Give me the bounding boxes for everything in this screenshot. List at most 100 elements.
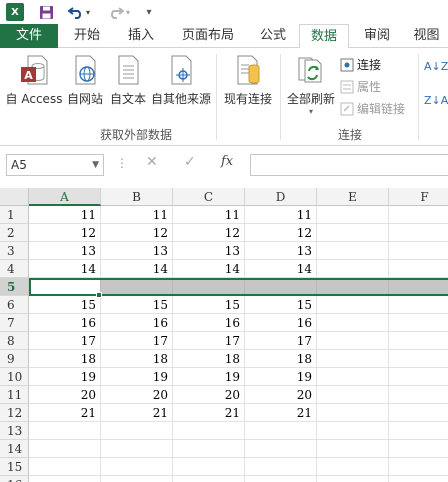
cell-d2[interactable]: 12	[245, 224, 317, 242]
cell-e11[interactable]	[317, 386, 389, 404]
cell-b16[interactable]	[101, 476, 173, 482]
cell-e16[interactable]	[317, 476, 389, 482]
cell-e15[interactable]	[317, 458, 389, 476]
cell-a1[interactable]: 11	[29, 206, 101, 224]
row-header-14[interactable]: 14	[0, 440, 29, 458]
cell-d16[interactable]	[245, 476, 317, 482]
cell-e8[interactable]	[317, 332, 389, 350]
cell-d6[interactable]: 15	[245, 296, 317, 314]
cell-e13[interactable]	[317, 422, 389, 440]
row-header-5[interactable]: 5	[0, 278, 29, 296]
cell-b11[interactable]: 20	[101, 386, 173, 404]
cell-b1[interactable]: 11	[101, 206, 173, 224]
row-header-11[interactable]: 11	[0, 386, 29, 404]
from-access-button[interactable]: A 自 Access	[4, 54, 64, 107]
cell-f3[interactable]	[389, 242, 448, 260]
cell-c15[interactable]	[173, 458, 245, 476]
column-header-c[interactable]: C	[173, 188, 245, 206]
cell-b8[interactable]: 17	[101, 332, 173, 350]
cell-b4[interactable]: 14	[101, 260, 173, 278]
cell-b5[interactable]	[101, 278, 173, 296]
cell-d15[interactable]	[245, 458, 317, 476]
cell-f16[interactable]	[389, 476, 448, 482]
cell-c10[interactable]: 19	[173, 368, 245, 386]
cell-f8[interactable]	[389, 332, 448, 350]
cell-d13[interactable]	[245, 422, 317, 440]
cell-b10[interactable]: 19	[101, 368, 173, 386]
cell-b6[interactable]: 15	[101, 296, 173, 314]
row-header-7[interactable]: 7	[0, 314, 29, 332]
cancel-entry-button[interactable]: ✕	[146, 154, 158, 170]
cell-b2[interactable]: 12	[101, 224, 173, 242]
cell-f12[interactable]	[389, 404, 448, 422]
cell-c16[interactable]	[173, 476, 245, 482]
cell-c3[interactable]: 13	[173, 242, 245, 260]
tab-file[interactable]: 文件	[0, 24, 58, 48]
cell-e2[interactable]	[317, 224, 389, 242]
row-header-1[interactable]: 1	[0, 206, 29, 224]
cell-a11[interactable]: 20	[29, 386, 101, 404]
from-other-sources-button[interactable]: 自其他来源	[150, 54, 212, 107]
active-cell[interactable]	[31, 280, 100, 294]
column-header-d[interactable]: D	[245, 188, 317, 206]
from-web-button[interactable]: 自网站	[64, 54, 106, 107]
column-header-f[interactable]: F	[389, 188, 448, 206]
from-text-button[interactable]: 自文本	[107, 54, 149, 107]
redo-button[interactable]: ▾	[106, 3, 132, 21]
cell-e9[interactable]	[317, 350, 389, 368]
existing-connections-button[interactable]: 现有连接	[220, 54, 276, 107]
cell-c4[interactable]: 14	[173, 260, 245, 278]
formula-bar-grip-icon[interactable]: ⋮	[116, 156, 128, 170]
undo-button[interactable]: ▾	[66, 3, 92, 21]
cell-e12[interactable]	[317, 404, 389, 422]
edit-links-button[interactable]: 编辑链接	[340, 100, 405, 117]
cell-f1[interactable]	[389, 206, 448, 224]
cell-f9[interactable]	[389, 350, 448, 368]
cell-c13[interactable]	[173, 422, 245, 440]
sort-ascending-button[interactable]: A↓Z	[424, 60, 448, 73]
cell-c14[interactable]	[173, 440, 245, 458]
cell-b7[interactable]: 16	[101, 314, 173, 332]
cell-c9[interactable]: 18	[173, 350, 245, 368]
cell-e3[interactable]	[317, 242, 389, 260]
cell-f7[interactable]	[389, 314, 448, 332]
cell-f6[interactable]	[389, 296, 448, 314]
row-header-9[interactable]: 9	[0, 350, 29, 368]
save-button[interactable]	[38, 3, 54, 21]
cell-c1[interactable]: 11	[173, 206, 245, 224]
cell-e7[interactable]	[317, 314, 389, 332]
cell-f4[interactable]	[389, 260, 448, 278]
cell-f13[interactable]	[389, 422, 448, 440]
cell-c2[interactable]: 12	[173, 224, 245, 242]
connections-button[interactable]: 连接	[340, 56, 381, 73]
cell-f2[interactable]	[389, 224, 448, 242]
cell-d1[interactable]: 11	[245, 206, 317, 224]
row-header-8[interactable]: 8	[0, 332, 29, 350]
cell-d12[interactable]: 21	[245, 404, 317, 422]
cell-a10[interactable]: 19	[29, 368, 101, 386]
cell-d5[interactable]	[245, 278, 317, 296]
row-header-13[interactable]: 13	[0, 422, 29, 440]
cell-c11[interactable]: 20	[173, 386, 245, 404]
cell-d11[interactable]: 20	[245, 386, 317, 404]
row-header-16[interactable]: 16	[0, 476, 29, 482]
cell-a8[interactable]: 17	[29, 332, 101, 350]
cell-d7[interactable]: 16	[245, 314, 317, 332]
enter-entry-button[interactable]: ✓	[184, 154, 196, 170]
cell-a12[interactable]: 21	[29, 404, 101, 422]
cell-e14[interactable]	[317, 440, 389, 458]
tab-review[interactable]: 审阅	[353, 24, 401, 48]
fill-handle[interactable]	[96, 292, 102, 298]
cell-b14[interactable]	[101, 440, 173, 458]
cell-a7[interactable]: 16	[29, 314, 101, 332]
cell-f5[interactable]	[389, 278, 448, 296]
cell-c6[interactable]: 15	[173, 296, 245, 314]
select-all-button[interactable]	[0, 188, 29, 206]
cell-f14[interactable]	[389, 440, 448, 458]
tab-view[interactable]: 视图	[405, 24, 448, 48]
column-header-e[interactable]: E	[317, 188, 389, 206]
cell-b15[interactable]	[101, 458, 173, 476]
cell-d10[interactable]: 19	[245, 368, 317, 386]
cell-b9[interactable]: 18	[101, 350, 173, 368]
cell-a15[interactable]	[29, 458, 101, 476]
